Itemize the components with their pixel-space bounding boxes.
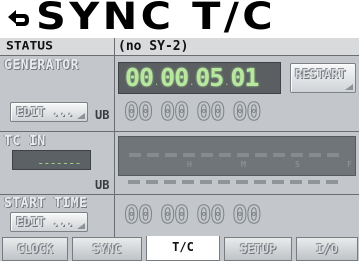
ub-field: 00	[160, 97, 190, 126]
start-time-field: 00	[232, 200, 262, 229]
corner-marker-icon	[77, 223, 85, 229]
divider	[0, 131, 359, 132]
generator-edit-label: EDIT ...	[16, 105, 74, 119]
restart-button[interactable]: RESTART	[290, 63, 356, 93]
generator-ub-display: 00 00 00 00	[123, 97, 262, 126]
status-value: (no SY-2)	[118, 39, 189, 54]
generator-seconds: 05	[195, 63, 224, 92]
start-time-field: 00	[123, 200, 153, 229]
tab-setup[interactable]: SETUP	[224, 237, 292, 261]
corner-marker-icon	[345, 84, 353, 90]
generator-minutes: 00	[160, 63, 189, 92]
page-title: SYNC T/C	[36, 0, 277, 38]
column-divider	[114, 38, 115, 237]
start-time-edit-button[interactable]: EDIT ...	[10, 212, 88, 232]
tab-io[interactable]: I/O	[296, 237, 358, 261]
generator-edit-button[interactable]: EDIT ...	[10, 102, 88, 122]
tab-tc[interactable]: T/C	[146, 236, 220, 261]
tab-bar: CLOCK SYNC T/C SETUP I/O	[0, 236, 359, 261]
generator-ub-label: UB	[95, 108, 110, 122]
tc-in-unit-hours: H	[187, 160, 192, 169]
tc-in-indicator-text: -------	[37, 156, 82, 170]
tc-in-ub-label: UB	[95, 178, 110, 192]
start-time-field: 00	[196, 200, 226, 229]
sync-tc-screen: SYNC T/C STATUS (no SY-2) GENERATOR 00 .…	[0, 0, 359, 261]
status-label: STATUS	[6, 39, 53, 54]
tc-in-unit-seconds: S	[295, 160, 300, 169]
generator-frames: 01	[230, 63, 259, 92]
tc-in-label: TC IN	[4, 134, 46, 149]
generator-timecode-display: 00 . 00 . 05 . 01	[118, 62, 281, 94]
restart-button-label: RESTART	[295, 67, 346, 81]
tc-in-dashes	[129, 153, 345, 157]
ub-field: 00	[232, 97, 262, 126]
start-time-label: START TIME	[4, 196, 88, 211]
ub-field: 00	[123, 97, 153, 126]
ub-field: 00	[196, 97, 226, 126]
tc-in-timecode-display: H M S F	[118, 136, 356, 176]
tc-in-unit-minutes: M	[241, 160, 246, 169]
tc-in-ub-dashes	[128, 180, 344, 184]
start-time-display: 00 00 00 00	[123, 200, 262, 230]
title-bar: SYNC T/C	[0, 0, 359, 38]
generator-hours: 00	[125, 63, 154, 92]
divider	[0, 55, 359, 56]
back-arrow-icon[interactable]	[4, 5, 32, 33]
status-row: STATUS (no SY-2)	[0, 38, 359, 55]
divider	[0, 194, 359, 195]
start-time-field: 00	[160, 200, 190, 229]
generator-label: GENERATOR	[4, 58, 79, 73]
tc-in-indicator: -------	[12, 150, 91, 170]
tc-in-unit-frames: F	[347, 160, 352, 169]
tab-sync[interactable]: SYNC	[72, 237, 142, 261]
corner-marker-icon	[77, 113, 85, 119]
tab-clock[interactable]: CLOCK	[2, 237, 68, 261]
start-time-edit-label: EDIT ...	[16, 215, 74, 229]
